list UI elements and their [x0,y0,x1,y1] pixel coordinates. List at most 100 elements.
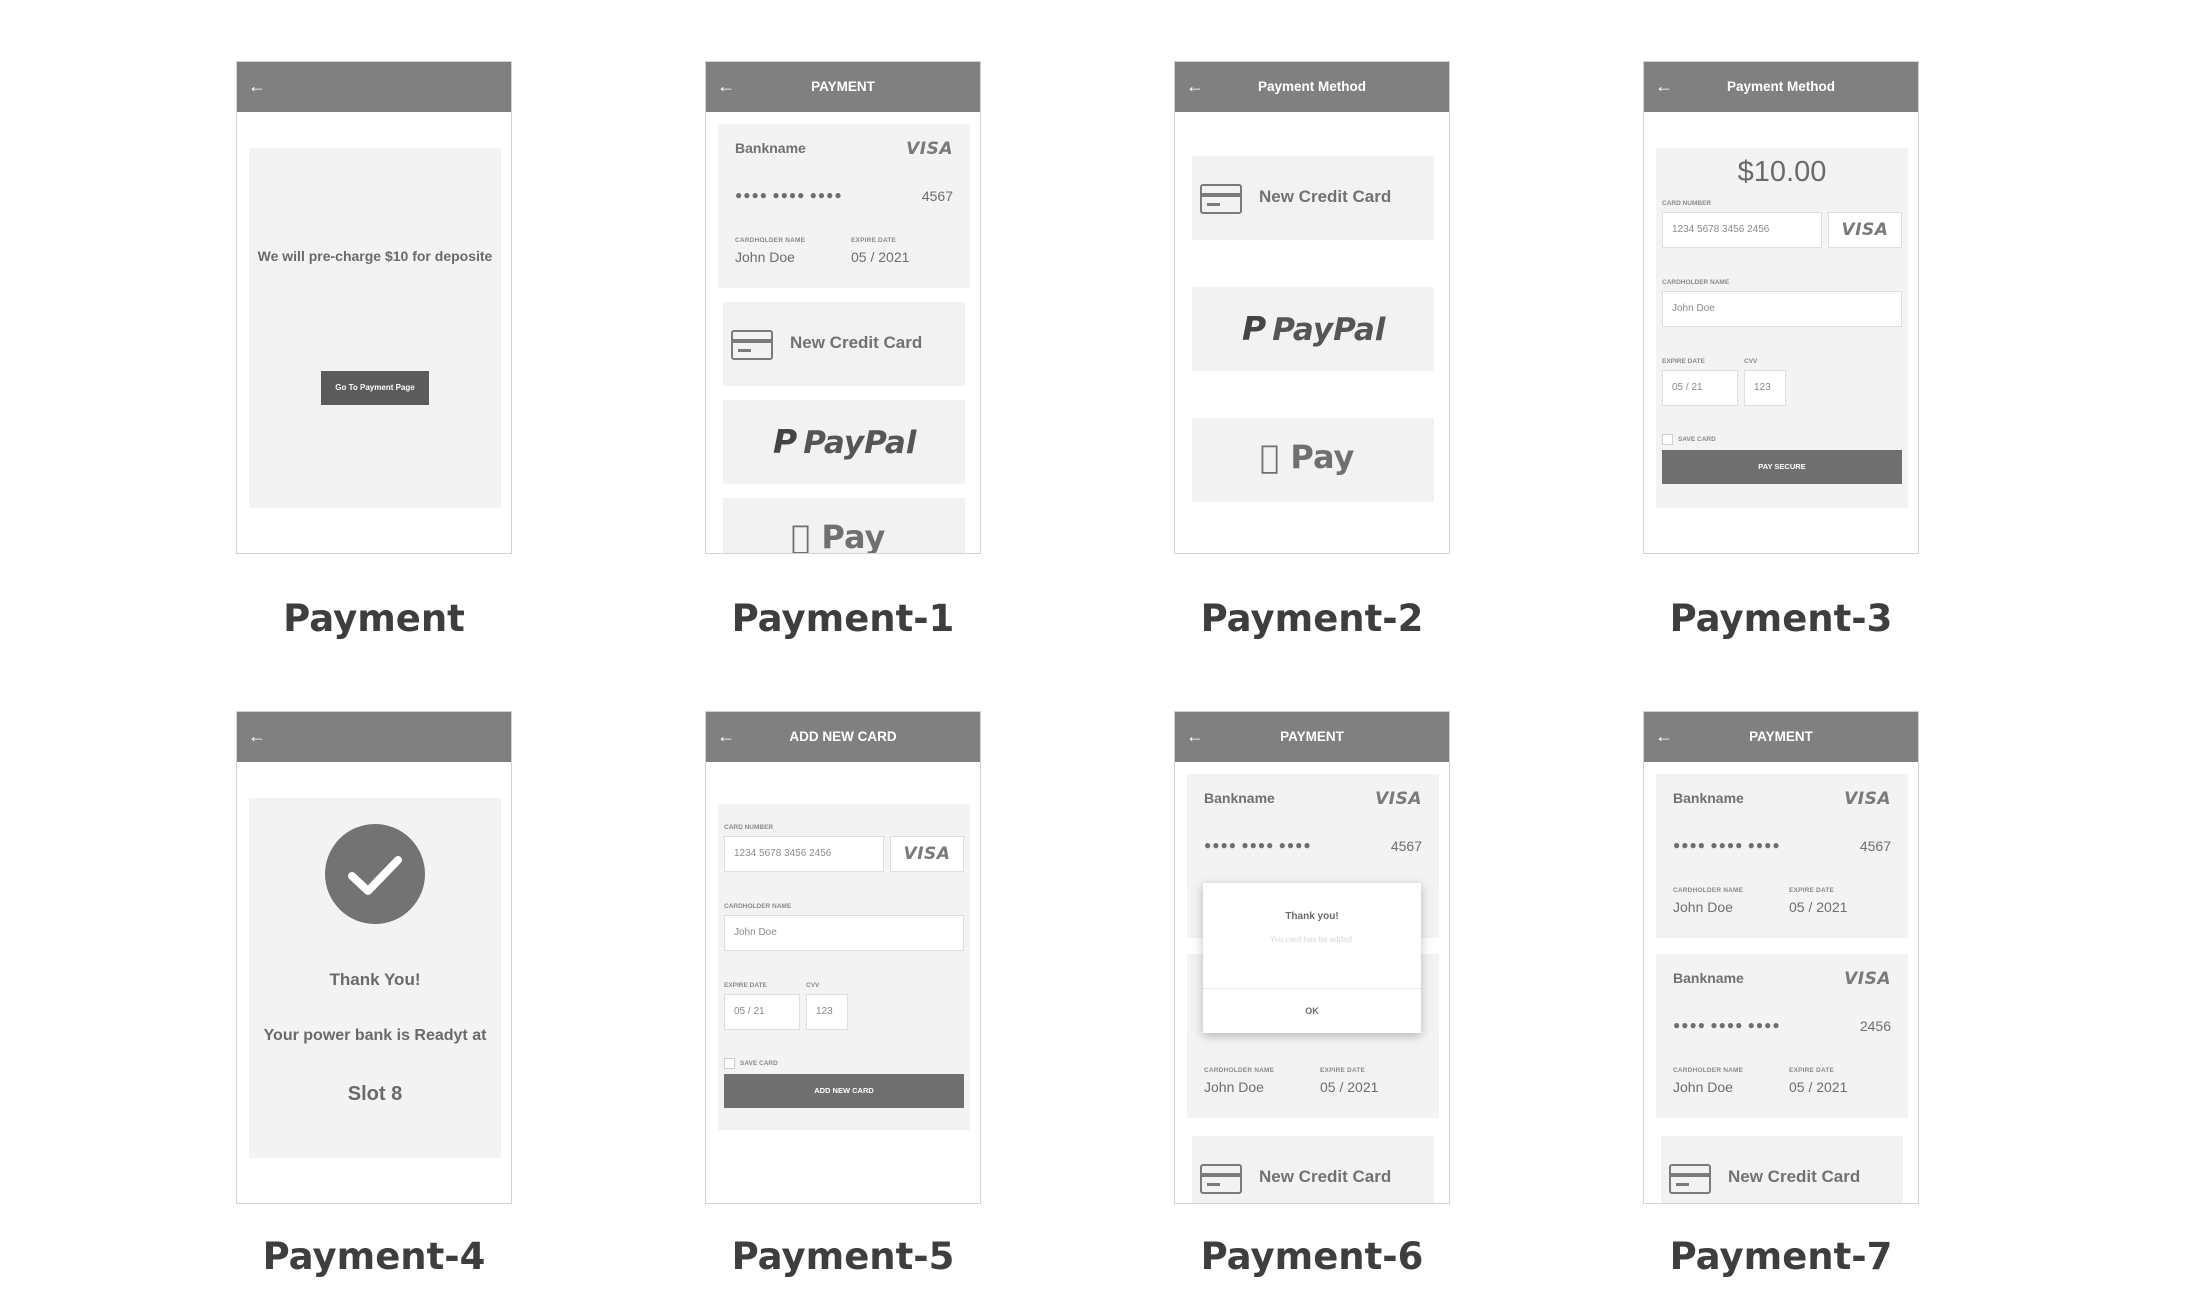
cvv-label: CVV [1744,358,1758,365]
cardholder-label: CARDHOLDER NAME [735,237,806,244]
expire-label: EXPIRE DATE [851,237,897,244]
card-number-input[interactable]: 1234 5678 3456 2456 [724,836,884,872]
page-title: PAYMENT [1280,729,1344,744]
saved-card-2[interactable]: Bankname VISA ●●●● ●●●● ●●●● 2456 CARDHO… [1656,954,1908,1118]
credit-card-icon [1200,184,1242,214]
expire-label: EXPIRE DATE [1789,887,1835,894]
visa-logo-icon: VISA [890,836,964,872]
top-bar: ← [237,712,511,762]
back-arrow-icon[interactable]: ← [246,725,268,747]
apple-icon:  [1260,438,1279,476]
saved-card[interactable]: Bankname VISA ●●●● ●●●● ●●●● 4567 CARDHO… [718,124,970,288]
page-title: PAYMENT [1749,729,1813,744]
back-arrow-icon[interactable]: ← [1184,725,1206,747]
card-number-dots: ●●●● ●●●● ●●●● [735,188,843,202]
caption-payment-1: Payment-1 [731,597,955,640]
paypal-label: PayPal [1272,312,1386,348]
new-credit-card-label: New Credit Card [790,333,923,352]
expire-input[interactable]: 05 / 21 [1662,370,1738,406]
cvv-input[interactable]: 123 [1744,370,1786,406]
top-bar: ← [237,62,511,112]
bank-name: Bankname [1204,790,1275,806]
screen-payment-3: ← Payment Method $10.00 CARD NUMBER 1234… [1643,61,1919,554]
page-title: PAYMENT [811,79,875,94]
pay-secure-button[interactable]: PAY SECURE [1662,450,1902,484]
slot-text: Slot 8 [347,1083,403,1105]
back-arrow-icon[interactable]: ← [1184,75,1206,97]
expire-date: 05 / 2021 [851,249,910,265]
ready-text: Your power bank is Readyt at [263,1027,487,1044]
paypal-button[interactable]: P PayPal [723,400,965,484]
top-bar: ← PAYMENT [1644,712,1918,762]
back-arrow-icon[interactable]: ← [715,725,737,747]
caption-payment-6: Payment-6 [1200,1235,1424,1278]
go-to-payment-button[interactable]: Go To Payment Page [321,371,429,405]
checkmark-circle-icon [325,824,425,924]
visa-logo-icon: VISA [1844,789,1891,809]
apple-pay-button[interactable]:  Pay [723,498,965,553]
cardholder-name: John Doe [1673,1079,1733,1095]
screen-payment-4: ← Thank You! Your power bank is Readyt a… [236,711,512,1204]
card-last4: 2456 [1859,1018,1891,1034]
expire-input[interactable]: 05 / 21 [724,994,800,1030]
save-card-label: SAVE CARD [1678,436,1716,443]
saved-card[interactable]: Bankname VISA ●●●● ●●●● ●●●● 4567 CARDHO… [1656,774,1908,938]
thank-you-text: Thank You! [329,970,421,989]
back-arrow-icon[interactable]: ← [1653,725,1675,747]
dialog-ok-button[interactable]: OK [1203,989,1421,1033]
cardholder-input[interactable]: John Doe [1662,291,1902,327]
top-bar: ← Payment Method [1175,62,1449,112]
new-credit-card-button[interactable]: New Credit Card [1661,1136,1903,1203]
card-last4: 4567 [921,188,953,204]
card-last4: 4567 [1859,838,1891,854]
save-card-checkbox[interactable] [724,1058,735,1069]
new-credit-card-button[interactable]: New Credit Card [1192,156,1434,240]
top-bar: ← Payment Method [1644,62,1918,112]
apple-pay-button[interactable]:  Pay [1192,418,1434,502]
cardholder-input[interactable]: John Doe [724,915,964,951]
card-number-dots: ●●●● ●●●● ●●●● [1204,838,1312,852]
credit-card-icon [1669,1164,1711,1194]
cardholder-name: John Doe [1673,899,1733,915]
bank-name: Bankname [1673,790,1744,806]
screen-payment-1: ← PAYMENT Bankname VISA ●●●● ●●●● ●●●● 4… [705,61,981,554]
expire-date: 05 / 2021 [1320,1079,1379,1095]
visa-logo-icon: VISA [1375,789,1422,809]
expire-label: EXPIRE DATE [724,982,767,989]
card-number-input[interactable]: 1234 5678 3456 2456 [1662,212,1822,248]
card-number-dots: ●●●● ●●●● ●●●● [1673,1018,1781,1032]
back-arrow-icon[interactable]: ← [246,75,268,97]
top-bar: ← ADD NEW CARD [706,712,980,762]
caption-payment-4: Payment-4 [262,1235,486,1278]
dialog-message: You card has be added. [1269,935,1355,944]
cardholder-label: CARDHOLDER NAME [1673,1067,1744,1074]
expire-date: 05 / 2021 [1789,899,1848,915]
paypal-logo-icon: P PayPal [1242,309,1386,348]
paypal-button[interactable]: P PayPal [1192,287,1434,371]
caption-payment-3: Payment-3 [1669,597,1893,640]
top-bar: ← PAYMENT [706,62,980,112]
screen-payment-6: ← PAYMENT Bankname VISA ●●●● ●●●● ●●●● 4… [1174,711,1450,1204]
cvv-input[interactable]: 123 [806,994,848,1030]
page-title: Payment Method [1726,79,1835,94]
save-card-label: SAVE CARD [740,1060,778,1067]
back-arrow-icon[interactable]: ← [1653,75,1675,97]
cardholder-name: John Doe [1204,1079,1264,1095]
caption-payment: Payment [283,597,465,640]
cardholder-label: CARDHOLDER NAME [1204,1067,1275,1074]
expire-date: 05 / 2021 [1789,1079,1848,1095]
screen-payment-7: ← PAYMENT Bankname VISA ●●●● ●●●● ●●●● 4… [1643,711,1919,1204]
amount: $10.00 [1737,156,1827,188]
add-card-form: CARD NUMBER 1234 5678 3456 2456 VISA CAR… [718,804,970,1130]
success-panel: Thank You! Your power bank is Readyt at … [249,798,501,1158]
save-card-checkbox[interactable] [1662,434,1673,445]
new-credit-card-button[interactable]: New Credit Card [1192,1136,1434,1203]
cardholder-name: John Doe [735,249,795,265]
add-new-card-button[interactable]: ADD NEW CARD [724,1074,964,1108]
new-credit-card-button[interactable]: New Credit Card [723,302,965,386]
screen-payment-5: ← ADD NEW CARD CARD NUMBER 1234 5678 345… [705,711,981,1204]
content-panel: We will pre-charge $10 for deposite Go T… [249,148,501,508]
back-arrow-icon[interactable]: ← [715,75,737,97]
page-title: Payment Method [1257,79,1366,94]
thank-you-dialog: Thank you! You card has be added. OK [1203,883,1421,1033]
